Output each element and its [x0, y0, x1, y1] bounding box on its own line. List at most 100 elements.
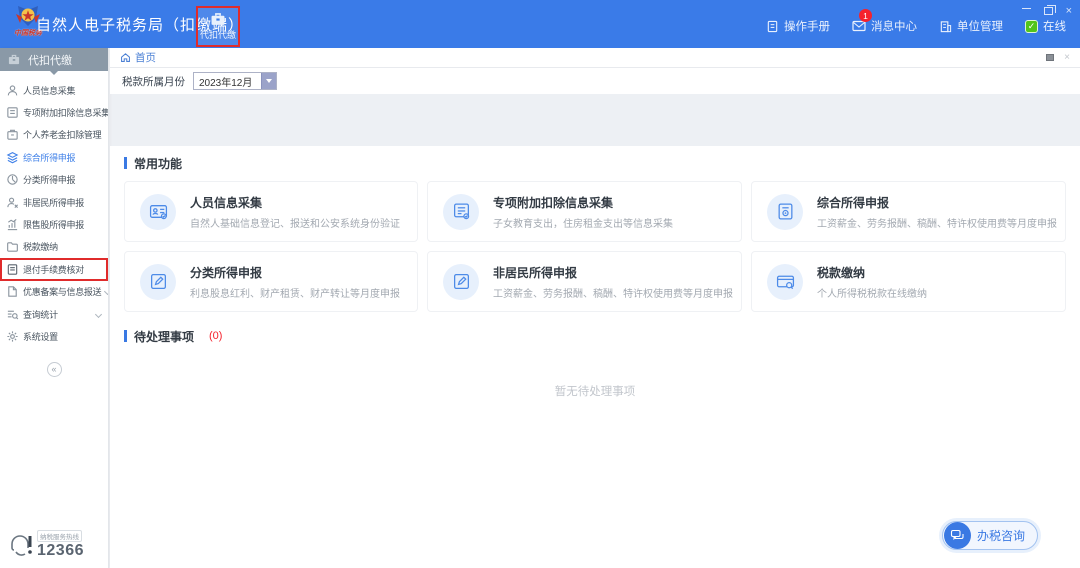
content-panel: 常用功能 人员信息采集 自然人基础信息登记、报送和公安系统身份验证 专项附加扣除…: [110, 146, 1080, 568]
pension-icon: [7, 130, 18, 141]
tax-consult-button[interactable]: 办税咨询: [941, 521, 1038, 550]
sidebar: 代扣代缴 人员信息采集 专项附加扣除信息采集 个人养老金扣除管理 综合所得申报 …: [0, 48, 109, 568]
card-desc: 工资薪金、劳务报酬、稿酬、特许权使用费等月度申报: [817, 218, 1057, 230]
sidebar-item-label: 限售股所得申报: [23, 220, 84, 231]
sidebar-item-label: 系统设置: [23, 331, 58, 342]
person-icon: [7, 85, 18, 96]
form-icon: [7, 107, 18, 118]
section-marker: [124, 157, 127, 169]
card-title: 人员信息采集: [190, 195, 263, 210]
sidebar-item-classified-income[interactable]: 分类所得申报: [0, 169, 108, 191]
filter-bar: 税款所属月份 2023年12月: [110, 68, 1080, 94]
tax-consult-label: 办税咨询: [976, 529, 1025, 543]
chevron-down-icon: [94, 310, 103, 318]
tax-month-value: 2023年12月: [199, 77, 253, 89]
sidebar-item-label: 优惠备案与信息报送: [23, 287, 102, 298]
close-icon[interactable]: ×: [1064, 52, 1070, 63]
card-tax-payment[interactable]: 税款缴纳 个人所得税税款在线缴纳: [751, 251, 1066, 312]
sidebar-item-pension-deduction[interactable]: 个人养老金扣除管理: [0, 124, 108, 146]
card-classified-income[interactable]: 分类所得申报 利息股息红利、财产租赁、财产转让等月度申报: [124, 251, 418, 312]
nav-online-status[interactable]: ✓ 在线: [1025, 18, 1066, 34]
message-badge: 1: [859, 9, 872, 22]
close-button[interactable]: ×: [1066, 5, 1072, 17]
org-icon: [940, 20, 952, 32]
app-header: 中国税务 自然人电子税务局（扣缴端） 代扣代缴 操作手册 1 消息中心 单位管理…: [0, 0, 1080, 48]
sidebar-item-query-statistics[interactable]: 查询统计: [0, 303, 108, 325]
chart-icon: [7, 218, 18, 231]
report-icon: [767, 193, 803, 230]
sidebar-item-restricted-stock[interactable]: 限售股所得申报: [0, 213, 108, 235]
home-icon: [121, 53, 130, 62]
tax-month-select[interactable]: 2023年12月: [193, 72, 277, 90]
sidebar-item-comprehensive-income[interactable]: 综合所得申报: [0, 146, 108, 168]
sidebar-item-personnel-info[interactable]: 人员信息采集: [0, 79, 108, 101]
pending-items-count: (0): [209, 330, 223, 342]
card-comprehensive-income[interactable]: 综合所得申报 工资薪金、劳务报酬、稿酬、特许权使用费等月度申报: [751, 181, 1066, 242]
card-desc: 个人所得税税款在线缴纳: [817, 288, 927, 300]
pay-icon: [767, 263, 803, 300]
sidebar-item-tax-payment[interactable]: 税款缴纳: [0, 236, 108, 258]
sidebar-item-label: 个人养老金扣除管理: [23, 130, 102, 141]
common-functions-title: 常用功能: [134, 156, 183, 171]
card-desc: 自然人基础信息登记、报送和公安系统身份验证: [190, 218, 400, 230]
card-nonresident-income[interactable]: 非居民所得申报 工资薪金、劳务报酬、稿酬、特许权使用费等月度申报: [427, 251, 742, 312]
tab-withholding[interactable]: 代扣代缴: [198, 8, 238, 45]
chevron-down-icon: [104, 288, 108, 296]
briefcase-icon: [8, 54, 20, 65]
header-nav: 操作手册 1 消息中心 单位管理 ✓ 在线: [766, 9, 1066, 34]
sidebar-item-system-settings[interactable]: 系统设置: [0, 325, 108, 347]
card-personnel-info[interactable]: 人员信息采集 自然人基础信息登记、报送和公安系统身份验证: [124, 181, 418, 242]
edit-icon: [140, 263, 176, 300]
hotline-number: 12366: [37, 542, 84, 559]
sidebar-item-special-deduction[interactable]: 专项附加扣除信息采集: [0, 101, 108, 123]
card-desc: 子女教育支出，住房租金支出等信息采集: [493, 218, 673, 230]
nav-message-center-label: 消息中心: [871, 21, 917, 33]
sidebar-item-label: 专项附加扣除信息采集: [23, 108, 108, 119]
chat-icon: [943, 522, 971, 549]
nav-message-center[interactable]: 1 消息中心: [852, 9, 917, 34]
tabstrip-icons: ×: [1046, 52, 1070, 63]
manual-icon: [767, 20, 778, 32]
annotation-box-header-tab: 代扣代缴: [196, 6, 240, 47]
tax-month-label: 税款所属月份: [122, 75, 185, 88]
form-collect-icon: [443, 193, 479, 230]
nav-unit-management-label: 单位管理: [957, 21, 1003, 33]
sidebar-item-preferential-filing[interactable]: 优惠备案与信息报送: [0, 281, 108, 303]
pending-items-title: 待处理事项: [134, 329, 195, 344]
nav-operation-manual[interactable]: 操作手册: [766, 18, 830, 34]
card-title: 综合所得申报: [817, 195, 890, 210]
sidebar-item-label: 非居民所得申报: [23, 197, 84, 208]
restore-button[interactable]: [1043, 5, 1056, 15]
nav-online-label: 在线: [1043, 21, 1066, 33]
layers-icon: [6, 151, 19, 164]
nonresident-icon: [7, 197, 19, 208]
sidebar-menu: 人员信息采集 专项附加扣除信息采集 个人养老金扣除管理 综合所得申报 分类所得申…: [0, 79, 108, 348]
id-card-icon: [140, 193, 176, 230]
sidebar-item-label: 退付手续费核对: [23, 264, 84, 275]
caret-down-icon: [266, 79, 272, 83]
card-special-deduction-collect[interactable]: 专项附加扣除信息采集 子女教育支出，住房租金支出等信息采集: [427, 181, 742, 242]
restore-icon[interactable]: [1046, 54, 1055, 61]
main-area: 首页 × 税款所属月份 2023年12月 常用功能 人员信息采集 自然人基础信息…: [110, 48, 1080, 568]
file-icon: [8, 286, 17, 297]
tab-strip: 首页 ×: [110, 48, 1080, 68]
receipt-icon: [7, 264, 18, 275]
sidebar-header-label: 代扣代缴: [28, 54, 72, 67]
tab-home[interactable]: 首页: [120, 50, 156, 65]
headset-icon: [11, 535, 32, 556]
section-marker: [124, 330, 127, 342]
sidebar-item-refund-fee-check[interactable]: 退付手续费核对: [0, 258, 108, 281]
minimize-button[interactable]: [1021, 8, 1031, 20]
window-controls: ×: [1021, 2, 1072, 20]
select-dropdown-button[interactable]: [261, 73, 276, 89]
gear-icon: [7, 331, 18, 342]
sidebar-collapse-button[interactable]: «: [46, 361, 62, 377]
online-icon: ✓: [1025, 19, 1038, 33]
card-title: 非居民所得申报: [493, 265, 578, 280]
card-title: 分类所得申报: [190, 265, 263, 280]
briefcase-icon: [211, 13, 225, 25]
sidebar-item-nonresident-income[interactable]: 非居民所得申报: [0, 191, 108, 213]
nav-unit-management[interactable]: 单位管理: [939, 18, 1003, 34]
sidebar-header: 代扣代缴: [0, 48, 108, 75]
sidebar-item-label: 税款缴纳: [23, 242, 58, 253]
